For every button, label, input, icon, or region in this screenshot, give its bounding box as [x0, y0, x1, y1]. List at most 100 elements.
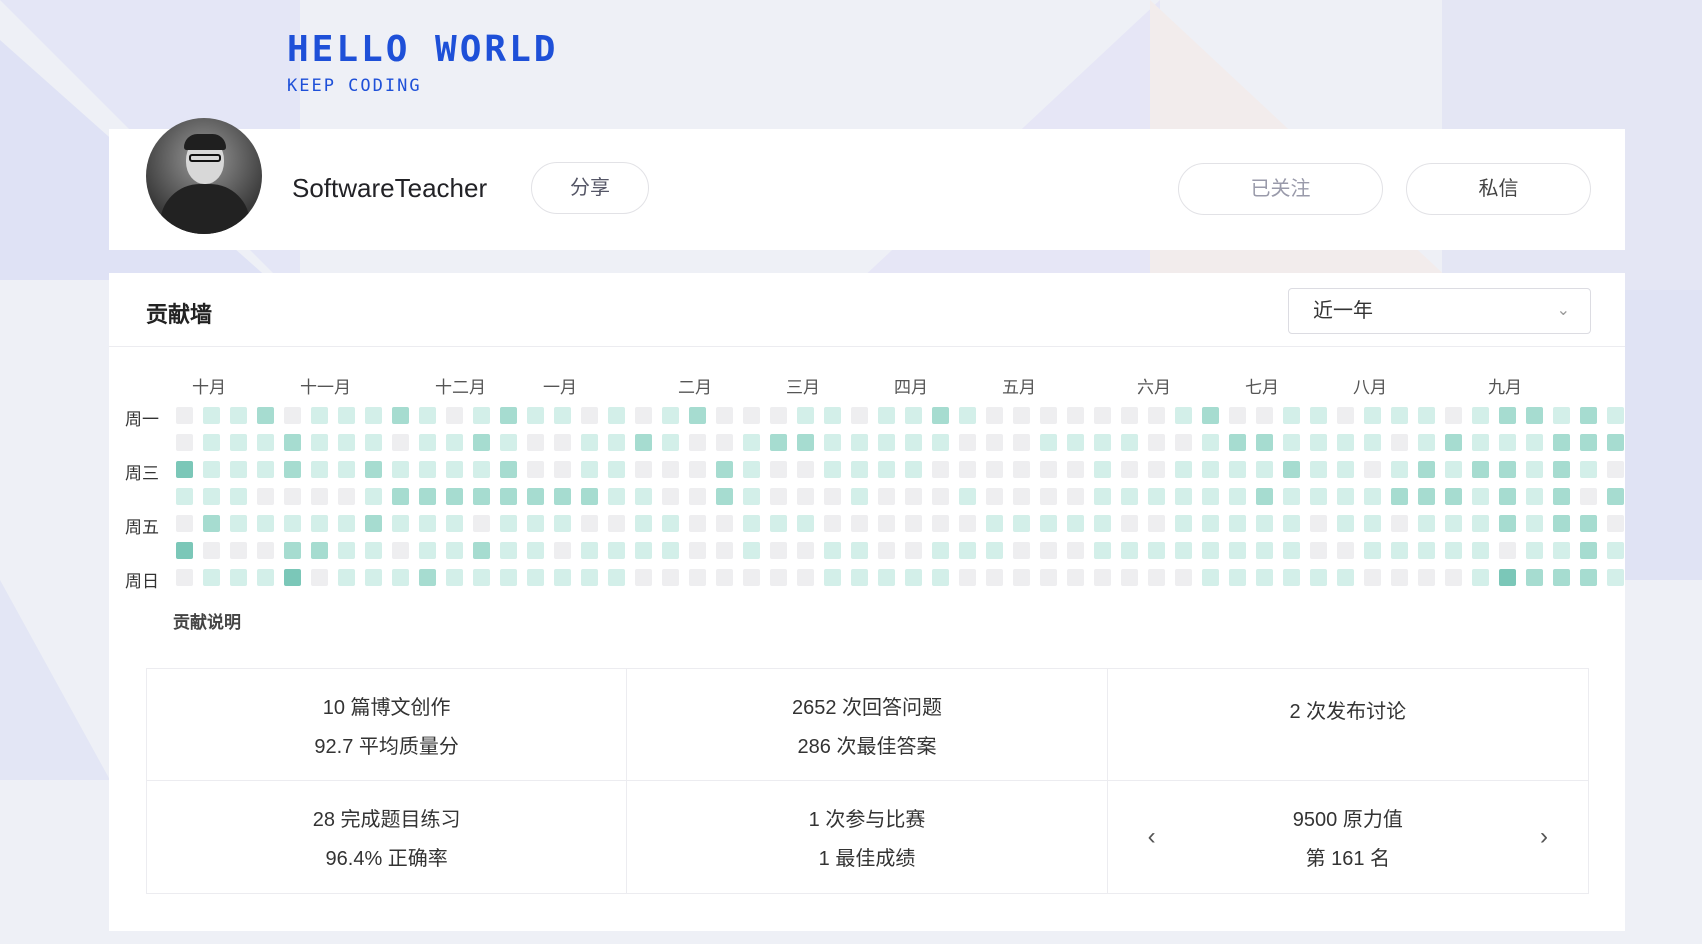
contribution-day[interactable] — [554, 542, 571, 559]
contribution-day[interactable] — [1148, 515, 1165, 532]
contribution-day[interactable] — [527, 461, 544, 478]
contribution-day[interactable] — [473, 542, 490, 559]
contribution-day[interactable] — [1040, 515, 1057, 532]
contribution-day[interactable] — [608, 434, 625, 451]
contribution-day[interactable] — [257, 488, 274, 505]
contribution-day[interactable] — [1553, 407, 1570, 424]
contribution-day[interactable] — [527, 434, 544, 451]
contribution-day[interactable] — [1607, 488, 1624, 505]
contribution-day[interactable] — [1526, 515, 1543, 532]
contribution-day[interactable] — [581, 542, 598, 559]
contribution-day[interactable] — [878, 515, 895, 532]
contribution-day[interactable] — [851, 434, 868, 451]
contribution-day[interactable] — [959, 515, 976, 532]
contribution-day[interactable] — [959, 542, 976, 559]
contribution-day[interactable] — [635, 434, 652, 451]
contribution-day[interactable] — [338, 542, 355, 559]
contribution-day[interactable] — [338, 488, 355, 505]
contribution-day[interactable] — [581, 515, 598, 532]
contribution-day[interactable] — [743, 488, 760, 505]
contribution-day[interactable] — [1472, 461, 1489, 478]
contribution-day[interactable] — [608, 542, 625, 559]
contribution-day[interactable] — [1094, 407, 1111, 424]
contribution-day[interactable] — [743, 569, 760, 586]
contribution-day[interactable] — [1553, 434, 1570, 451]
contribution-day[interactable] — [1607, 569, 1624, 586]
contribution-day[interactable] — [689, 407, 706, 424]
contribution-day[interactable] — [986, 461, 1003, 478]
stat-answers[interactable]: 2652 次回答问题 286 次最佳答案 — [627, 669, 1108, 781]
contribution-day[interactable] — [797, 542, 814, 559]
contribution-day[interactable] — [1472, 488, 1489, 505]
contribution-day[interactable] — [311, 488, 328, 505]
contribution-day[interactable] — [716, 434, 733, 451]
contribution-day[interactable] — [311, 434, 328, 451]
contribution-day[interactable] — [986, 515, 1003, 532]
contribution-day[interactable] — [257, 515, 274, 532]
contribution-day[interactable] — [1067, 461, 1084, 478]
contribution-day[interactable] — [1256, 488, 1273, 505]
contribution-day[interactable] — [527, 407, 544, 424]
contribution-day[interactable] — [608, 461, 625, 478]
contribution-day[interactable] — [1283, 434, 1300, 451]
contribution-day[interactable] — [581, 461, 598, 478]
contribution-day[interactable] — [986, 569, 1003, 586]
contribution-day[interactable] — [1013, 407, 1030, 424]
contribution-day[interactable] — [1121, 569, 1138, 586]
contribution-day[interactable] — [473, 515, 490, 532]
contribution-day[interactable] — [581, 434, 598, 451]
contribution-day[interactable] — [1526, 542, 1543, 559]
contribution-day[interactable] — [959, 434, 976, 451]
contribution-day[interactable] — [878, 434, 895, 451]
contribution-day[interactable] — [824, 542, 841, 559]
contribution-day[interactable] — [1391, 488, 1408, 505]
contribution-day[interactable] — [1445, 542, 1462, 559]
contribution-day[interactable] — [365, 434, 382, 451]
contribution-day[interactable] — [1310, 569, 1327, 586]
contribution-day[interactable] — [1040, 569, 1057, 586]
contribution-day[interactable] — [1013, 434, 1030, 451]
contribution-day[interactable] — [1256, 407, 1273, 424]
contribution-day[interactable] — [635, 407, 652, 424]
contribution-day[interactable] — [1256, 434, 1273, 451]
contribution-day[interactable] — [1148, 407, 1165, 424]
contribution-day[interactable] — [203, 569, 220, 586]
contribution-day[interactable] — [554, 434, 571, 451]
contribution-day[interactable] — [824, 515, 841, 532]
contribution-day[interactable] — [1391, 515, 1408, 532]
contribution-day[interactable] — [554, 407, 571, 424]
contribution-day[interactable] — [743, 434, 760, 451]
contribution-day[interactable] — [446, 488, 463, 505]
contribution-day[interactable] — [878, 461, 895, 478]
contribution-day[interactable] — [635, 515, 652, 532]
contribution-day[interactable] — [176, 542, 193, 559]
contribution-day[interactable] — [338, 434, 355, 451]
contribution-day[interactable] — [851, 515, 868, 532]
contribution-day[interactable] — [500, 569, 517, 586]
contribution-day[interactable] — [311, 569, 328, 586]
contribution-day[interactable] — [1580, 542, 1597, 559]
contribution-day[interactable] — [1418, 515, 1435, 532]
contribution-day[interactable] — [716, 488, 733, 505]
contribution-day[interactable] — [770, 542, 787, 559]
contribution-day[interactable] — [392, 407, 409, 424]
contribution-day[interactable] — [419, 542, 436, 559]
contribution-day[interactable] — [203, 461, 220, 478]
contribution-day[interactable] — [1094, 569, 1111, 586]
contribution-day[interactable] — [1148, 569, 1165, 586]
contribution-day[interactable] — [1175, 542, 1192, 559]
contribution-day[interactable] — [851, 488, 868, 505]
contribution-day[interactable] — [1121, 407, 1138, 424]
contribution-day[interactable] — [851, 569, 868, 586]
contribution-day[interactable] — [662, 569, 679, 586]
contribution-day[interactable] — [176, 461, 193, 478]
contribution-day[interactable] — [986, 407, 1003, 424]
contribution-day[interactable] — [1229, 461, 1246, 478]
contribution-day[interactable] — [905, 569, 922, 586]
contribution-day[interactable] — [257, 461, 274, 478]
contribution-day[interactable] — [230, 542, 247, 559]
contribution-day[interactable] — [635, 569, 652, 586]
contribution-day[interactable] — [662, 461, 679, 478]
contribution-day[interactable] — [338, 407, 355, 424]
contribution-day[interactable] — [1418, 488, 1435, 505]
